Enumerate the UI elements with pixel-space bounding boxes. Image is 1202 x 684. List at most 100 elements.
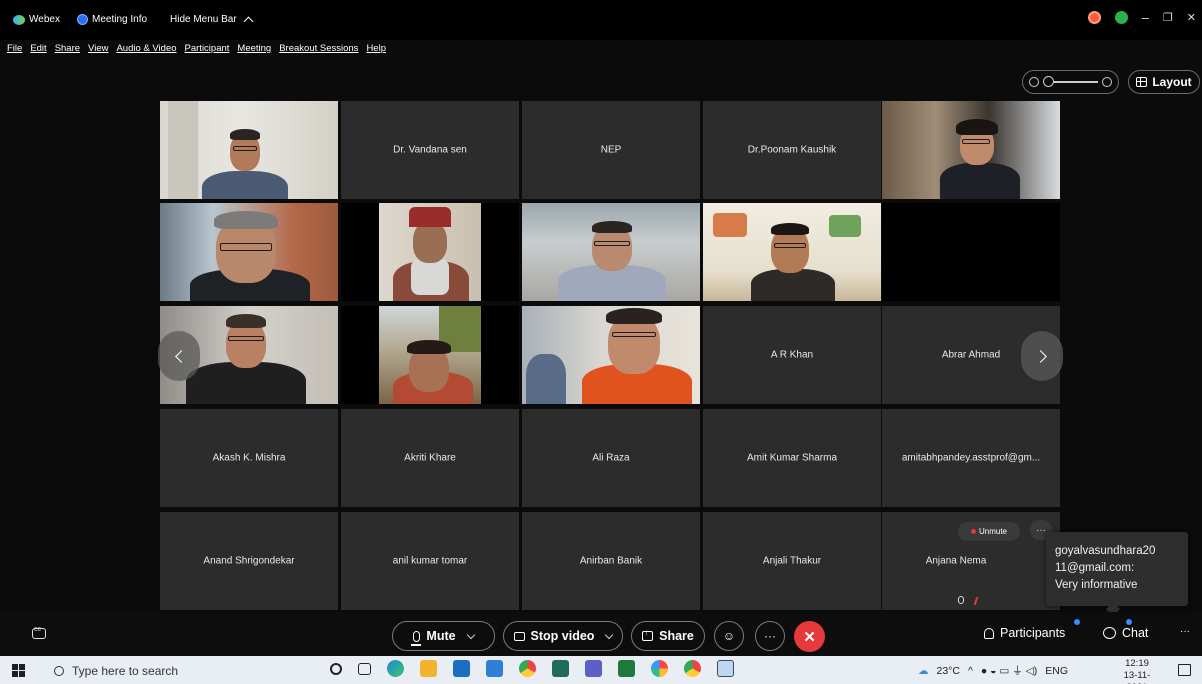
menu-share[interactable]: Share — [55, 43, 80, 54]
chevron-down-icon[interactable] — [466, 630, 475, 639]
participant-name: Amit Kumar Sharma — [746, 452, 838, 464]
participant-tile[interactable]: NEP — [522, 101, 700, 199]
participant-tile[interactable]: Dr. Vandana sen — [341, 101, 519, 199]
taskbar-apps — [330, 660, 734, 677]
window-controls: – ❐ ✕ — [1087, 10, 1196, 25]
title-bar: Webex Meeting Info Hide Menu Bar – ❐ ✕ — [0, 0, 1202, 40]
participant-video — [160, 101, 338, 199]
video-tile[interactable] — [522, 306, 700, 404]
zoom-slider[interactable] — [1022, 70, 1119, 94]
chevron-up-tray-icon[interactable]: ^ — [968, 665, 973, 677]
input-language[interactable]: ENG — [1045, 665, 1068, 677]
chevron-down-icon[interactable] — [605, 630, 614, 639]
video-tile[interactable] — [160, 101, 338, 199]
hide-menu-bar-button[interactable]: Hide Menu Bar — [170, 14, 254, 27]
participant-name: anil kumar tomar — [392, 555, 468, 567]
video-tile[interactable] — [341, 306, 519, 404]
recording-status-icon[interactable] — [1087, 11, 1101, 24]
meeting-info-button[interactable]: Meeting Info — [77, 14, 147, 25]
participant-tile[interactable]: A R Khan — [703, 306, 881, 404]
share-button[interactable]: Share — [631, 621, 705, 651]
more-options-button[interactable]: ··· — [755, 621, 785, 651]
ellipsis-icon: ··· — [764, 629, 776, 643]
layout-button[interactable]: Layout — [1128, 70, 1200, 94]
zoom-out-icon[interactable] — [1029, 77, 1039, 87]
participant-video — [882, 101, 1060, 199]
weather-icon[interactable]: ☁ — [918, 665, 929, 677]
zoom-knob[interactable] — [1043, 76, 1054, 88]
menu-help[interactable]: Help — [366, 43, 386, 54]
edge-icon[interactable] — [387, 660, 404, 677]
menu-view[interactable]: View — [88, 43, 108, 54]
participant-name: Anirban Banik — [579, 555, 643, 567]
participants-notification-dot — [1074, 619, 1080, 625]
network-health-icon[interactable] — [1114, 11, 1128, 24]
paint-icon[interactable] — [651, 660, 668, 677]
lens-app-icon[interactable] — [486, 660, 503, 677]
video-tile[interactable] — [341, 203, 519, 301]
participant-tile[interactable]: Akriti Khare — [341, 409, 519, 507]
taskbar-clock[interactable]: 12:19 13-11-2021 — [1116, 658, 1158, 684]
cortana-icon[interactable] — [330, 662, 342, 675]
participant-tile[interactable]: Dr.Poonam Kaushik — [703, 101, 881, 199]
chrome-profile-icon[interactable] — [684, 660, 701, 677]
next-page-button[interactable] — [1021, 331, 1063, 381]
video-tile[interactable] — [522, 203, 700, 301]
weather-temperature[interactable]: 23°C — [937, 665, 960, 677]
xbox-icon[interactable] — [618, 660, 635, 677]
participant-name: Anand Shrigondekar — [203, 555, 295, 567]
leave-meeting-button[interactable]: ✕ — [794, 621, 825, 652]
teams-icon[interactable] — [585, 660, 602, 677]
minimize-button[interactable]: – — [1142, 10, 1149, 25]
chat-button[interactable]: Chat — [1103, 626, 1148, 640]
participant-tile[interactable]: anil kumar tomar — [341, 512, 519, 610]
participant-tile[interactable]: Anand Shrigondekar — [160, 512, 338, 610]
participant-tile[interactable]: Anirban Banik — [522, 512, 700, 610]
menu-edit[interactable]: Edit — [30, 43, 46, 54]
participant-tile[interactable]: Anjali Thakur — [703, 512, 881, 610]
zoom-track[interactable] — [1043, 76, 1098, 88]
zoom-in-icon[interactable] — [1102, 77, 1112, 87]
tray-icons[interactable]: ● ◒ ▭ ⏚ ◁) — [981, 663, 1037, 678]
previous-page-button[interactable] — [158, 331, 200, 381]
participants-button[interactable]: Participants — [984, 626, 1065, 640]
task-view-icon[interactable] — [358, 662, 371, 675]
menu-participant[interactable]: Participant — [185, 43, 230, 54]
menu-meeting[interactable]: Meeting — [237, 43, 271, 54]
chat-bubble-icon — [1103, 627, 1116, 639]
stop-video-button[interactable]: Stop video — [503, 621, 623, 651]
file-explorer-icon[interactable] — [420, 660, 437, 677]
webex-logo-icon — [13, 14, 25, 25]
chevron-up-icon — [243, 16, 254, 27]
webex-app-title[interactable]: Webex — [13, 14, 60, 25]
webex-taskbar-icon[interactable] — [552, 660, 569, 677]
participant-tile[interactable]: Akash K. Mishra — [160, 409, 338, 507]
chrome-icon[interactable] — [519, 660, 536, 677]
unmute-participant-button[interactable]: Unmute — [958, 522, 1020, 541]
participant-video — [379, 203, 481, 301]
participant-tile[interactable]: Ali Raza — [522, 409, 700, 507]
notepad-icon[interactable] — [717, 660, 734, 677]
video-tile[interactable] — [882, 101, 1060, 199]
microphone-icon — [411, 630, 422, 646]
menu-breakout-sessions[interactable]: Breakout Sessions — [279, 43, 358, 54]
windows-start-icon[interactable] — [12, 664, 25, 677]
layout-grid-icon — [1136, 77, 1148, 87]
participant-tile[interactable]: Amit Kumar Sharma — [703, 409, 881, 507]
restore-button[interactable]: ❐ — [1163, 11, 1173, 24]
video-tile[interactable] — [703, 203, 881, 301]
mute-button[interactable]: Mute — [392, 621, 495, 651]
reactions-button[interactable]: ☺ — [714, 621, 744, 651]
menu-bar: File Edit Share View Audio & Video Parti… — [7, 43, 386, 54]
closed-captions-icon[interactable] — [32, 626, 46, 639]
close-window-button[interactable]: ✕ — [1187, 11, 1196, 24]
video-tile[interactable] — [160, 203, 338, 301]
taskbar-search[interactable]: Type here to search — [46, 660, 314, 682]
menu-audio-video[interactable]: Audio & Video — [116, 43, 176, 54]
notification-center-icon[interactable] — [1178, 664, 1191, 676]
participant-tile[interactable]: amitabhpandey.asstprof@gm... — [882, 409, 1060, 507]
more-panels-button[interactable]: ··· — [1180, 626, 1190, 637]
mail-icon[interactable] — [453, 660, 470, 677]
chat-notification[interactable]: goyalvasundhara20 11@gmail.com: Very inf… — [1046, 532, 1188, 606]
menu-file[interactable]: File — [7, 43, 22, 54]
